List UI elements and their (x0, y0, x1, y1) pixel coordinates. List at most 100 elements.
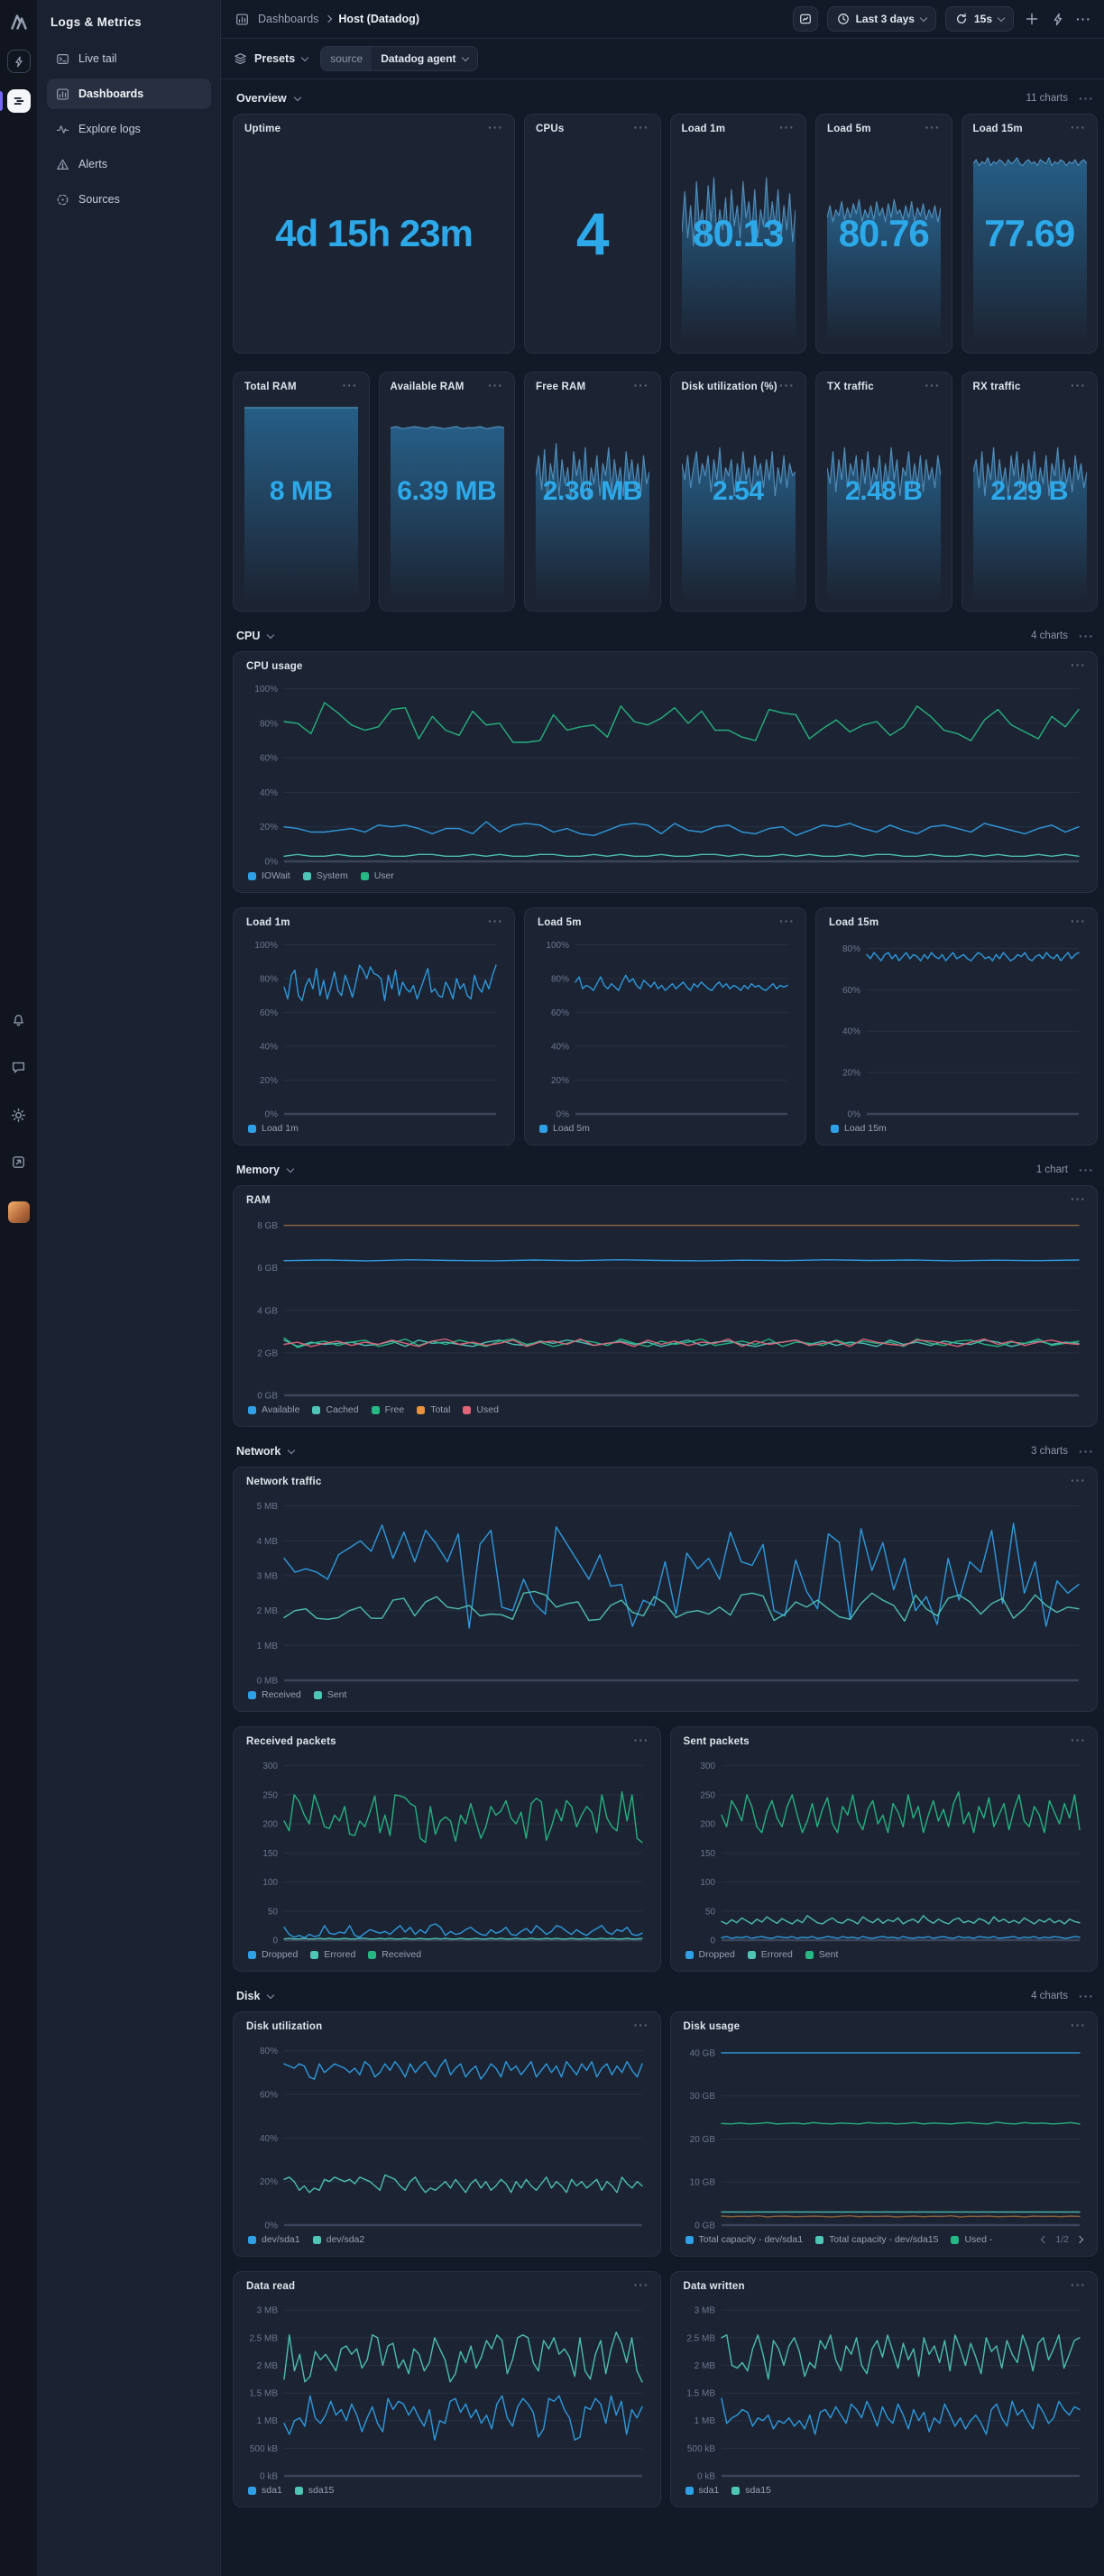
section-toggle-cpu[interactable]: CPU (236, 630, 275, 642)
stat-card-uptime[interactable]: Uptime ··· 4d 15h 23m (233, 114, 515, 354)
notifications-bell-icon[interactable] (11, 1012, 26, 1027)
sidebar-item-alerts[interactable]: Alerts (47, 149, 211, 179)
load-1m-plot[interactable]: 0% 20% 40% 60% 80% 100% (241, 930, 503, 1119)
sidebar-item-live-tail[interactable]: Live tail (47, 43, 211, 74)
legend-item[interactable]: Free (371, 1404, 404, 1415)
legend-item[interactable]: Total capacity - dev/sda15 (815, 2234, 938, 2245)
theme-sun-icon[interactable] (11, 1108, 26, 1123)
stat-card-tx-traffic[interactable]: TX traffic ··· 2.48 B (815, 372, 952, 612)
legend-item[interactable]: dev/sda2 (312, 2234, 364, 2245)
pager-next-icon[interactable] (1075, 2235, 1084, 2244)
legend-item[interactable]: Load 15m (831, 1123, 887, 1134)
more-icon[interactable]: ··· (1079, 1990, 1094, 2002)
legend-label: Received (382, 1949, 422, 1960)
received-packets-plot[interactable]: 0 50 100 150 200 250 300 (241, 1749, 649, 1946)
cpu-usage-plot[interactable]: 0% 20% 40% 60% 80% 100% (241, 674, 1086, 867)
more-icon[interactable]: ··· (1079, 630, 1094, 642)
legend-item[interactable]: Dropped (248, 1949, 298, 1960)
section-toggle-disk[interactable]: Disk (236, 1990, 275, 2002)
updates-icon[interactable] (11, 1155, 26, 1170)
legend-item[interactable]: Used (463, 1404, 499, 1415)
more-icon[interactable]: ··· (1071, 658, 1086, 671)
stat-card-load-15m[interactable]: Load 15m ··· 77.69 (961, 114, 1098, 354)
data-written-plot[interactable]: 0 kB 500 kB 1 MB 1.5 MB 2 MB 2.5 MB 3 MB (678, 2294, 1087, 2481)
legend-item[interactable]: Available (248, 1404, 299, 1415)
legend-item[interactable]: IOWait (248, 870, 290, 881)
more-icon[interactable]: ··· (1071, 1734, 1086, 1746)
user-avatar[interactable] (8, 1201, 30, 1223)
load-5m-plot[interactable]: 0% 20% 40% 60% 80% 100% (532, 930, 795, 1119)
legend-item[interactable]: Received (248, 1689, 301, 1700)
more-icon[interactable]: ··· (634, 2278, 649, 2291)
legend-item[interactable]: User (360, 870, 394, 881)
uptime-product-icon[interactable] (7, 50, 31, 73)
legend-item[interactable]: Errored (310, 1949, 355, 1960)
stat-card-load-5m[interactable]: Load 5m ··· 80.76 (815, 114, 952, 354)
legend-item[interactable]: dev/sda1 (248, 2234, 300, 2245)
more-icon[interactable]: ··· (1076, 13, 1091, 25)
legend-item[interactable]: Sent (313, 1689, 347, 1700)
stat-card-total-ram[interactable]: Total RAM ··· 8 MB (233, 372, 370, 612)
more-icon[interactable]: ··· (779, 915, 795, 927)
sidebar-item-explore-logs[interactable]: Explore logs (47, 114, 211, 144)
pager-prev-icon[interactable] (1041, 2235, 1049, 2244)
more-icon[interactable]: ··· (1079, 92, 1094, 105)
legend-item[interactable]: sda1 (685, 2485, 719, 2496)
legend-item[interactable]: Total (417, 1404, 450, 1415)
more-icon[interactable]: ··· (1071, 2278, 1086, 2291)
more-icon[interactable]: ··· (634, 2019, 649, 2031)
legend-item[interactable]: Received (368, 1949, 421, 1960)
more-icon[interactable]: ··· (1071, 915, 1086, 927)
legend-item[interactable]: System (302, 870, 348, 881)
legend-item[interactable]: Cached (312, 1404, 359, 1415)
legend-item[interactable]: Load 1m (248, 1123, 299, 1134)
section-toggle-network[interactable]: Network (236, 1445, 296, 1458)
sidebar-item-dashboards[interactable]: Dashboards (47, 78, 211, 109)
legend-item[interactable]: Total capacity - dev/sda1 (685, 2234, 803, 2245)
legend-label: Sent (327, 1689, 347, 1700)
feedback-chat-icon[interactable] (11, 1060, 26, 1075)
legend-item[interactable]: sda15 (731, 2485, 771, 2496)
legend-item[interactable]: Load 5m (539, 1123, 590, 1134)
disk-usage-plot[interactable]: 0 GB 10 GB 20 GB 30 GB 40 GB (678, 2034, 1087, 2231)
data-read-plot[interactable]: 0 kB 500 kB 1 MB 1.5 MB 2 MB 2.5 MB 3 MB (241, 2294, 649, 2481)
legend-item[interactable]: Sent (805, 1949, 838, 1960)
more-icon[interactable]: ··· (1071, 1192, 1086, 1205)
logs-product-icon[interactable] (7, 89, 31, 113)
more-icon[interactable]: ··· (634, 1734, 649, 1746)
stat-card-cpus[interactable]: CPUs ··· 4 (524, 114, 661, 354)
more-icon[interactable]: ··· (1071, 1474, 1086, 1486)
section-toggle-overview[interactable]: Overview (236, 92, 301, 105)
ram-plot[interactable]: 0 GB 2 GB 4 GB 6 GB 8 GB (241, 1208, 1086, 1401)
more-icon[interactable]: ··· (488, 915, 503, 927)
svg-text:1 MB: 1 MB (257, 1642, 279, 1651)
refresh-interval-button[interactable]: 15s (944, 6, 1014, 32)
section-toggle-memory[interactable]: Memory (236, 1164, 295, 1176)
legend-item[interactable]: Errored (747, 1949, 793, 1960)
sent-packets-plot[interactable]: 0 50 100 150 200 250 300 (678, 1749, 1087, 1946)
legend-item[interactable]: sda1 (248, 2485, 282, 2496)
stat-card-load-1m[interactable]: Load 1m ··· 80.13 (669, 114, 806, 354)
legend-item[interactable]: Used - (951, 2234, 992, 2245)
presentation-mode-button[interactable] (792, 6, 818, 32)
time-range-button[interactable]: Last 3 days (826, 6, 936, 32)
legend-item[interactable]: sda15 (294, 2485, 334, 2496)
presets-button[interactable]: Presets (234, 52, 309, 66)
more-icon[interactable]: ··· (1079, 1164, 1094, 1176)
more-icon[interactable]: ··· (1079, 1445, 1094, 1458)
disk-utilization-plot[interactable]: 0% 20% 40% 60% 80% (241, 2034, 649, 2231)
stat-card-free-ram[interactable]: Free RAM ··· 2.36 MB (524, 372, 661, 612)
load-15m-plot[interactable]: 0% 20% 40% 60% 80% (823, 930, 1086, 1119)
stat-card-disk-utilization[interactable]: Disk utilization (%) ··· 2.54 (669, 372, 806, 612)
lightning-icon[interactable] (1050, 11, 1067, 28)
sidebar-item-sources[interactable]: Sources (47, 184, 211, 215)
network-traffic-plot[interactable]: 0 MB 1 MB 2 MB 3 MB 4 MB 5 MB (241, 1489, 1086, 1686)
more-icon[interactable]: ··· (1071, 2019, 1086, 2031)
legend-item[interactable]: Dropped (685, 1949, 735, 1960)
stat-card-rx-traffic[interactable]: RX traffic ··· 2.29 B (961, 372, 1098, 612)
filter-chip-source[interactable]: source Datadog agent (320, 46, 478, 71)
stat-card-available-ram[interactable]: Available RAM ··· 6.39 MB (378, 372, 515, 612)
breadcrumb-root[interactable]: Dashboards (258, 13, 318, 25)
add-chart-icon[interactable] (1023, 10, 1041, 28)
betterstack-logo-icon[interactable] (10, 12, 29, 31)
